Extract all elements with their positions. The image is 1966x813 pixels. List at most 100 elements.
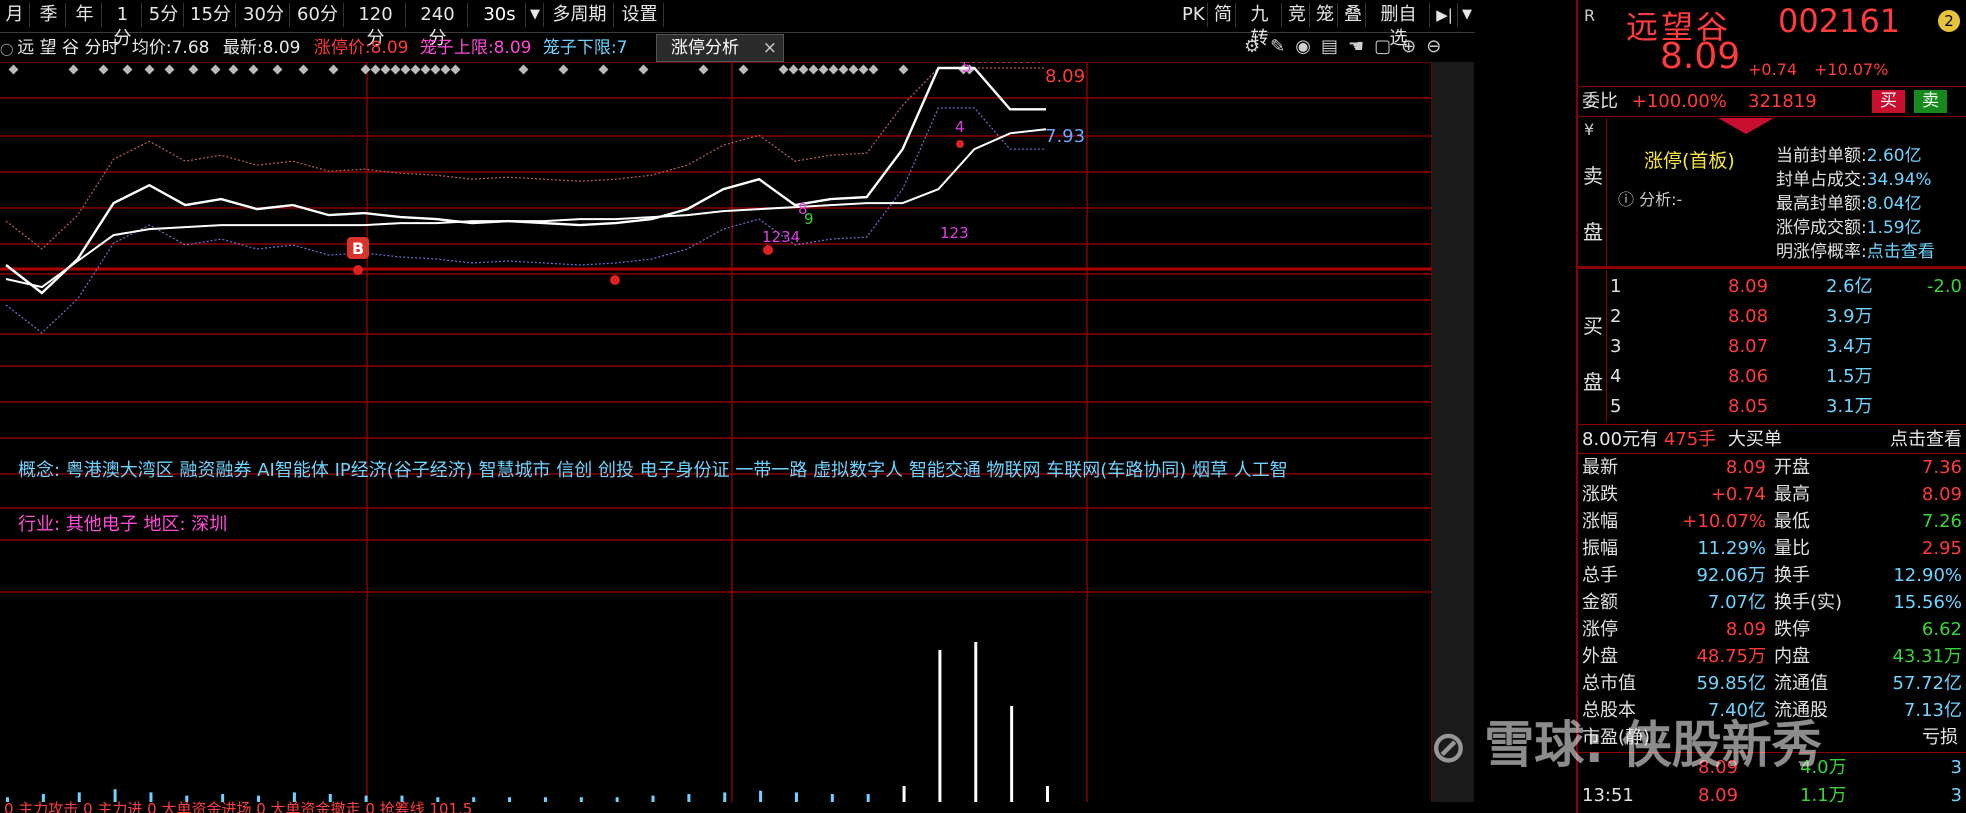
collapse-panel-icon[interactable]: ▶|: [1432, 3, 1458, 27]
gear-icon[interactable]: ⚙: [1244, 36, 1270, 57]
stats-row: 涨停 8.09 跌停 6.62: [1578, 616, 1966, 643]
signal-dot: [610, 275, 620, 285]
bid-volume: 3.9万: [1826, 306, 1873, 327]
signal-dot: [956, 140, 964, 148]
auction-button[interactable]: 竞: [1284, 3, 1310, 27]
stat-key: 涨停: [1582, 619, 1618, 640]
limit-status-title: 涨停(首板): [1644, 150, 1735, 172]
indicator-strip: 0 主力攻击 0 主力进 0 大单资金进场 0 大单资金撤走 0 抢筹线 101…: [4, 800, 472, 813]
tick-count-label: 5: [962, 62, 972, 76]
seal-key: 当前封单额:: [1776, 146, 1867, 166]
zoom-out-icon[interactable]: ⊖: [1426, 36, 1451, 57]
stat-value: 7.13亿: [1903, 700, 1962, 721]
pk-button[interactable]: PK: [1178, 3, 1208, 27]
period-240min[interactable]: 240分: [408, 3, 468, 49]
bid-level: 5: [1610, 396, 1622, 417]
nine-turn-button[interactable]: 九转: [1238, 3, 1282, 49]
latest-label: 最新:: [222, 38, 263, 58]
seal-key: 最高封单额:: [1776, 194, 1867, 214]
period-quarter[interactable]: 季: [32, 3, 66, 27]
big-order-row: 8.00元有 475手 大买单 点击查看: [1578, 426, 1966, 453]
volume-bar: [615, 797, 619, 802]
bid-volume: 3.1万: [1826, 396, 1873, 417]
bid-change: -2.0: [1926, 276, 1962, 297]
remove-watchlist-button[interactable]: 删自选: [1368, 3, 1430, 49]
period-120min[interactable]: 120分: [346, 3, 406, 49]
stat-key: 总市值: [1582, 673, 1636, 694]
tick-row: 13:51 8.09 1.1万 3: [1578, 782, 1966, 810]
stat-key: 涨跌: [1582, 484, 1618, 505]
toolbar-dropdown-icon[interactable]: ▼: [1458, 3, 1476, 27]
period-5min[interactable]: 5分: [144, 3, 184, 27]
period-toolbar: 月 季 年 1分 5分 15分 30分 60分 120分 240分 30s ▼ …: [0, 0, 1476, 49]
buy-button[interactable]: 买: [1872, 90, 1905, 113]
tab-close-icon[interactable]: ×: [763, 35, 777, 61]
intraday-chart[interactable]: 10.07%8.69%7.25%5.82%4.39%2.95%1.52%0.00…: [0, 62, 1475, 813]
seal-value: 8.04亿: [1866, 194, 1922, 214]
limit-price-value: 8.09: [370, 38, 409, 58]
period-month[interactable]: 月: [0, 3, 30, 27]
stats-row: 外盘 48.75万 内盘 43.31万: [1578, 643, 1966, 670]
stock-code: 002161: [1778, 2, 1901, 40]
cage-up-value: 8.09: [493, 38, 532, 58]
big-order-link[interactable]: 点击查看: [1890, 426, 1962, 453]
collapse-arrow-icon[interactable]: [1718, 118, 1774, 134]
multi-period-button[interactable]: 多周期: [546, 3, 614, 27]
eye-icon[interactable]: ◉: [1295, 36, 1321, 57]
seal-row: 当前封单额:2.60亿: [1776, 144, 1966, 168]
period-year[interactable]: 年: [68, 3, 102, 27]
r-flag: R: [1584, 6, 1596, 25]
pen-icon[interactable]: ✎: [1270, 36, 1295, 57]
stat-key: 涨幅: [1582, 511, 1618, 532]
buy-marker[interactable]: B: [347, 237, 369, 259]
volume-bar: [579, 797, 583, 802]
avg-price-label: 均价:: [131, 38, 172, 58]
industry-region: 行业: 其他电子 地区: 深圳: [18, 514, 227, 535]
print-icon[interactable]: ▤: [1321, 36, 1348, 57]
analysis-text: 分析:-: [1639, 190, 1683, 209]
notice-badge[interactable]: 2: [1938, 10, 1960, 32]
period-60min[interactable]: 60分: [292, 3, 344, 27]
cage-button[interactable]: 笼: [1312, 3, 1338, 27]
overlay-button[interactable]: 叠: [1340, 3, 1366, 27]
volume-bar: [723, 792, 727, 802]
seal-row[interactable]: 明涨停概率:点击查看: [1776, 240, 1966, 264]
bid-row: 5 8.05 3.1万: [1608, 392, 1966, 422]
volume-bar: [759, 790, 763, 802]
chart-tools: ⚙✎◉▤☚▢⊕⊖: [1244, 36, 1474, 60]
period-1min[interactable]: 1分: [104, 3, 142, 49]
stat-value: 7.36: [1921, 457, 1962, 478]
bid-volume: 2.6亿: [1826, 276, 1873, 297]
weibi-volume: 321819: [1748, 91, 1817, 112]
stat-value: 7.26: [1921, 511, 1962, 532]
tick-price: 8.09: [1698, 785, 1739, 806]
bid-level: 2: [1610, 306, 1622, 327]
stat-value: 7.07亿: [1707, 592, 1766, 613]
settings-button[interactable]: 设置: [616, 3, 664, 27]
seal-row: 涨停成交额:1.59亿: [1776, 216, 1966, 240]
hand-icon[interactable]: ☚: [1348, 36, 1374, 57]
stat-value: 92.06万: [1696, 565, 1766, 586]
period-30s[interactable]: 30s: [474, 3, 526, 27]
bid-table: 1 8.09 2.6亿 -2.0 2 8.08 3.9万 3 8.07 3.4万 4 8.06 1.5万…: [1608, 272, 1966, 422]
zoom-in-icon[interactable]: ⊕: [1401, 36, 1426, 57]
bid-level: 4: [1610, 366, 1622, 387]
stat-value: 57.72亿: [1892, 673, 1962, 694]
simple-button[interactable]: 简: [1210, 3, 1236, 27]
period-15min[interactable]: 15分: [186, 3, 236, 27]
weibi-label: 委比: [1582, 91, 1618, 112]
tick-count-label: 1234: [762, 228, 800, 246]
lock-icon[interactable]: ▢: [1374, 36, 1401, 57]
stats-table: 最新 8.09 开盘 7.36 涨跌 +0.74 最高 8.09 涨幅 +10.07% 最低 7.26…: [1578, 454, 1966, 724]
xueqiu-watermark: ⊘ 雪球: 侠股新秀: [1430, 705, 1822, 777]
watermark-text: 雪球: 侠股新秀: [1484, 716, 1822, 774]
bid-price: 8.09: [1728, 276, 1769, 297]
period-dropdown-icon[interactable]: ▼: [526, 3, 544, 27]
stat-key: 跌停: [1774, 619, 1810, 640]
seal-row: 封单占成交:34.94%: [1776, 168, 1966, 192]
stats-row: 最新 8.09 开盘 7.36: [1578, 454, 1966, 481]
volume-bar: [830, 794, 834, 802]
sell-button[interactable]: 卖: [1914, 90, 1947, 113]
limit-analysis-tab[interactable]: 涨停分析 ×: [656, 34, 784, 62]
period-30min[interactable]: 30分: [238, 3, 290, 27]
